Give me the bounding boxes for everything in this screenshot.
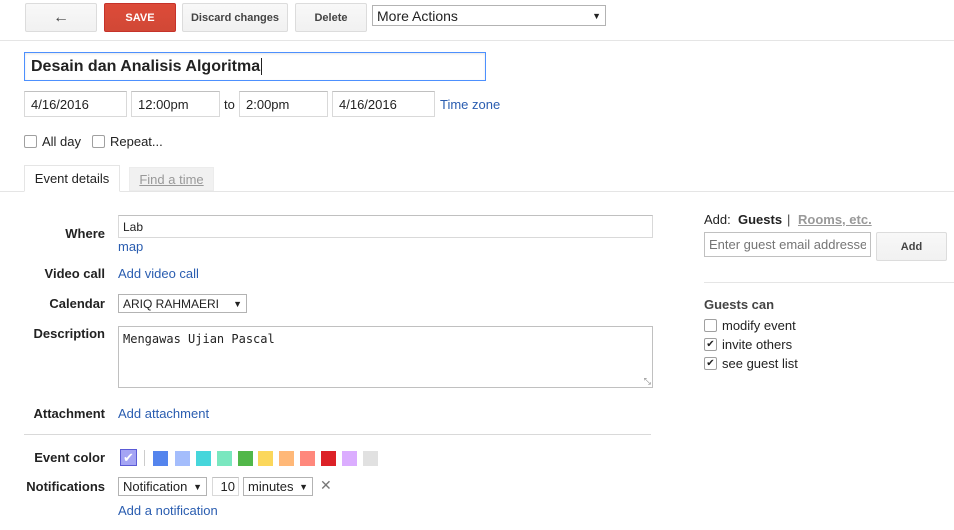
color-swatch-10[interactable] (342, 451, 357, 466)
add-label: Add: (704, 212, 731, 227)
end-time-input[interactable]: 2:00pm (239, 91, 328, 117)
guest-email-input[interactable] (704, 232, 871, 257)
invite-others-label: invite others (722, 337, 793, 352)
modify-event-label: modify event (722, 318, 796, 333)
to-label: to (224, 97, 235, 112)
add-guest-button[interactable]: Add (876, 232, 947, 261)
discard-changes-button[interactable]: Discard changes (182, 3, 288, 32)
all-day-label: All day (42, 134, 82, 149)
see-guest-list-label: see guest list (722, 356, 798, 371)
all-day-checkbox[interactable] (24, 135, 37, 148)
color-swatch-1[interactable] (153, 451, 168, 466)
guests-divider (704, 282, 954, 283)
notifications-label: Notifications (26, 479, 105, 494)
calendar-select-value: ARIQ RAHMAERI (123, 296, 220, 311)
chevron-down-icon: ▼ (193, 481, 202, 492)
color-swatch-7[interactable] (279, 451, 294, 466)
color-separator (144, 450, 145, 466)
color-swatch-6[interactable] (258, 451, 273, 466)
notification-type-select[interactable]: Notification ▼ (118, 477, 207, 496)
save-button[interactable]: SAVE (104, 3, 176, 32)
checkmark-icon: ✔ (706, 357, 715, 369)
end-date-input[interactable]: 4/16/2016 (332, 91, 435, 117)
attachment-label: Attachment (33, 406, 105, 421)
chevron-down-icon: ▼ (592, 10, 601, 21)
add-video-call-link[interactable]: Add video call (118, 266, 199, 281)
resize-handle-icon[interactable]: ⤡ (644, 377, 651, 387)
tab-bar-divider (0, 191, 954, 192)
chevron-down-icon: ▼ (233, 298, 242, 309)
delete-button[interactable]: Delete (295, 3, 367, 32)
calendar-select[interactable]: ARIQ RAHMAERI ▼ (118, 294, 247, 313)
back-arrow-icon: ← (53, 8, 69, 26)
notification-amount-value: 10 (220, 479, 235, 494)
event-color-label: Event color (34, 450, 105, 465)
calendar-label: Calendar (49, 296, 105, 311)
text-cursor (261, 58, 263, 75)
remove-notification-icon[interactable]: ✕ (320, 477, 332, 494)
tab-find-a-time[interactable]: Find a time (129, 167, 214, 191)
color-swatch-4[interactable] (217, 451, 232, 466)
time-zone-link[interactable]: Time zone (440, 97, 500, 112)
where-input[interactable]: Lab (118, 215, 653, 238)
description-label: Description (33, 326, 105, 341)
notification-unit-select[interactable]: minutes ▼ (243, 477, 313, 496)
details-divider (24, 434, 651, 435)
back-button[interactable]: ← (25, 3, 97, 32)
add-notification-link[interactable]: Add a notification (118, 503, 218, 518)
more-actions-label: More Actions (377, 7, 458, 24)
rooms-tab[interactable]: Rooms, etc. (798, 212, 872, 227)
video-call-label: Video call (44, 266, 105, 281)
where-label: Where (65, 226, 105, 241)
see-guest-list-checkbox[interactable]: ✔ (704, 357, 717, 370)
add-attachment-link[interactable]: Add attachment (118, 406, 209, 421)
notification-type-value: Notification (123, 479, 188, 494)
description-textarea[interactable]: Mengawas Ujian Pascal ⤡ (118, 326, 653, 388)
color-swatch-2[interactable] (175, 451, 190, 466)
start-time-input[interactable]: 12:00pm (131, 91, 220, 117)
notification-amount-input[interactable]: 10 (212, 477, 239, 496)
more-actions-dropdown[interactable]: More Actions ▼ (372, 5, 606, 26)
notification-unit-value: minutes (248, 479, 294, 494)
event-title-input[interactable]: Desain dan Analisis Algoritma (24, 52, 486, 81)
color-swatch-11[interactable] (363, 451, 378, 466)
chevron-down-icon: ▼ (299, 481, 308, 492)
checkmark-icon: ✔ (706, 338, 715, 350)
color-default-selected[interactable]: ✔ (120, 449, 137, 466)
color-swatch-9[interactable] (321, 451, 336, 466)
guests-tab[interactable]: Guests (738, 212, 782, 227)
color-swatch-8[interactable] (300, 451, 315, 466)
checkmark-icon: ✔ (123, 450, 134, 465)
event-title-text: Desain dan Analisis Algoritma (31, 57, 261, 75)
color-swatch-5[interactable] (238, 451, 253, 466)
tab-event-details[interactable]: Event details (24, 165, 120, 192)
guests-can-label: Guests can (704, 297, 775, 312)
tab-find-a-time-label: Find a time (139, 171, 204, 187)
start-date-input[interactable]: 4/16/2016 (24, 91, 127, 117)
repeat-checkbox[interactable] (92, 135, 105, 148)
color-swatch-3[interactable] (196, 451, 211, 466)
tab-event-details-label: Event details (34, 171, 110, 186)
description-text: Mengawas Ujian Pascal (123, 332, 275, 346)
tab-separator: | (787, 212, 791, 227)
invite-others-checkbox[interactable]: ✔ (704, 338, 717, 351)
modify-event-checkbox[interactable] (704, 319, 717, 332)
toolbar-divider (0, 40, 954, 41)
repeat-label: Repeat... (110, 134, 163, 149)
map-link[interactable]: map (118, 239, 143, 254)
